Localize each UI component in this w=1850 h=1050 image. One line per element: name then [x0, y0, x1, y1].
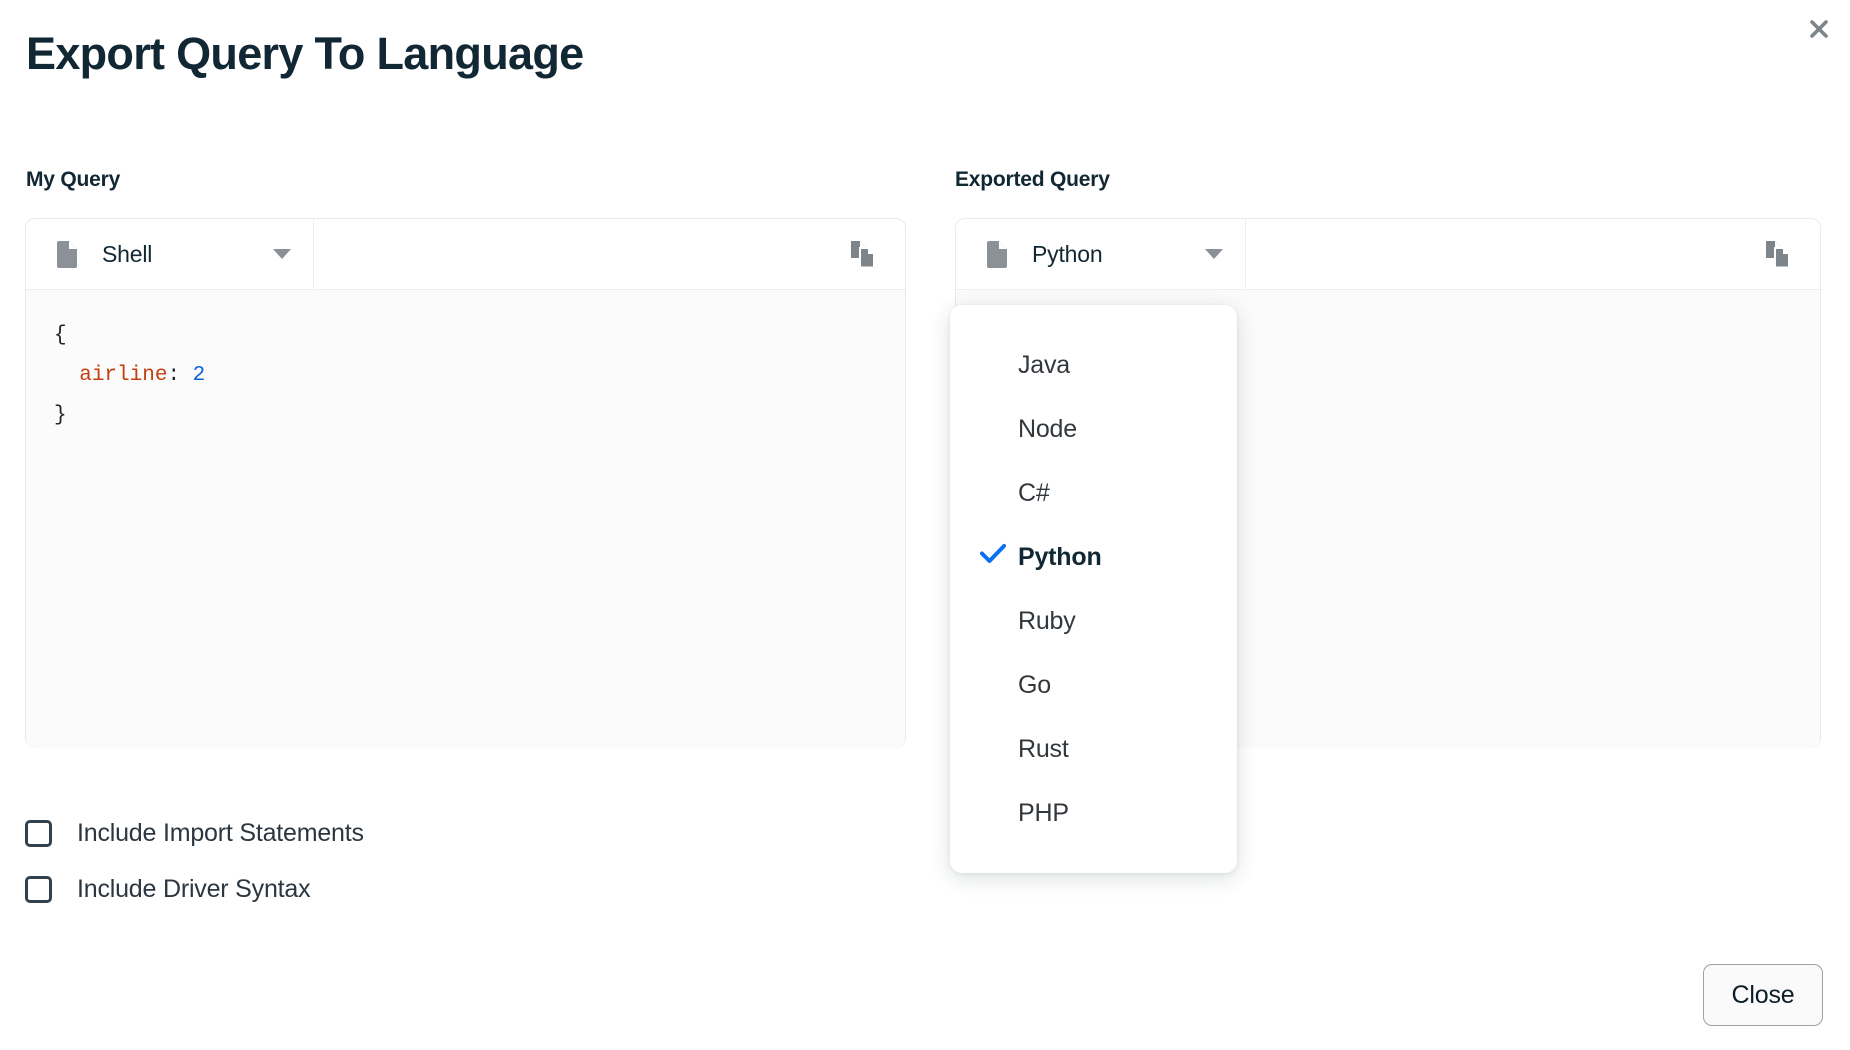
language-option-php[interactable]: PHP: [950, 781, 1237, 845]
chevron-down-icon: [273, 249, 291, 259]
language-dropdown-menu[interactable]: Java Node C# Python Ruby Go Rust PHP: [950, 305, 1237, 873]
code-line: airline: 2: [26, 356, 905, 396]
file-icon: [56, 239, 80, 269]
checkbox-include-import-statements[interactable]: [25, 820, 52, 847]
language-option-go[interactable]: Go: [950, 653, 1237, 717]
language-option-node[interactable]: Node: [950, 397, 1237, 461]
exported-query-label: Exported Query: [955, 168, 1110, 192]
language-option-label: PHP: [1018, 799, 1069, 828]
language-option-rust[interactable]: Rust: [950, 717, 1237, 781]
checkbox-include-driver-syntax[interactable]: [25, 876, 52, 903]
language-option-python[interactable]: Python: [950, 525, 1237, 589]
my-query-code-area[interactable]: { airline: 2 }: [26, 290, 905, 748]
language-option-label: C#: [1018, 479, 1050, 508]
code-line: }: [26, 396, 905, 436]
my-query-panel-header: Shell: [26, 219, 905, 290]
my-query-label: My Query: [26, 168, 120, 192]
exported-query-header-spacer: [1246, 219, 1820, 289]
target-language-select[interactable]: Python: [956, 219, 1246, 289]
page-title: Export Query To Language: [26, 28, 583, 80]
copy-icon[interactable]: [849, 239, 879, 269]
option-label: Include Import Statements: [77, 819, 364, 848]
source-language-select[interactable]: Shell: [26, 219, 314, 289]
target-language-value: Python: [1032, 241, 1205, 268]
code-line: {: [26, 316, 905, 356]
language-option-java[interactable]: Java: [950, 333, 1237, 397]
export-query-dialog: Export Query To Language My Query Export…: [0, 0, 1850, 1050]
language-option-label: Go: [1018, 671, 1051, 700]
language-option-label: Java: [1018, 351, 1070, 380]
language-option-c-[interactable]: C#: [950, 461, 1237, 525]
export-options-group: Include Import Statements Include Driver …: [25, 805, 364, 917]
option-row[interactable]: Include Driver Syntax: [25, 861, 364, 917]
my-query-header-spacer: [314, 219, 905, 289]
option-label: Include Driver Syntax: [77, 875, 310, 904]
file-icon: [986, 239, 1010, 269]
check-icon: [980, 543, 1006, 572]
my-query-panel: Shell { airline: 2 }: [25, 218, 906, 748]
language-option-label: Python: [1018, 543, 1102, 572]
close-x-icon[interactable]: [1802, 12, 1836, 46]
language-option-label: Node: [1018, 415, 1077, 444]
option-row[interactable]: Include Import Statements: [25, 805, 364, 861]
language-option-ruby[interactable]: Ruby: [950, 589, 1237, 653]
close-button[interactable]: Close: [1703, 964, 1823, 1026]
language-option-label: Rust: [1018, 735, 1069, 764]
source-language-value: Shell: [102, 241, 273, 268]
exported-query-panel-header: Python: [956, 219, 1820, 290]
chevron-down-icon: [1205, 249, 1223, 259]
language-option-label: Ruby: [1018, 607, 1076, 636]
copy-icon[interactable]: [1764, 239, 1794, 269]
